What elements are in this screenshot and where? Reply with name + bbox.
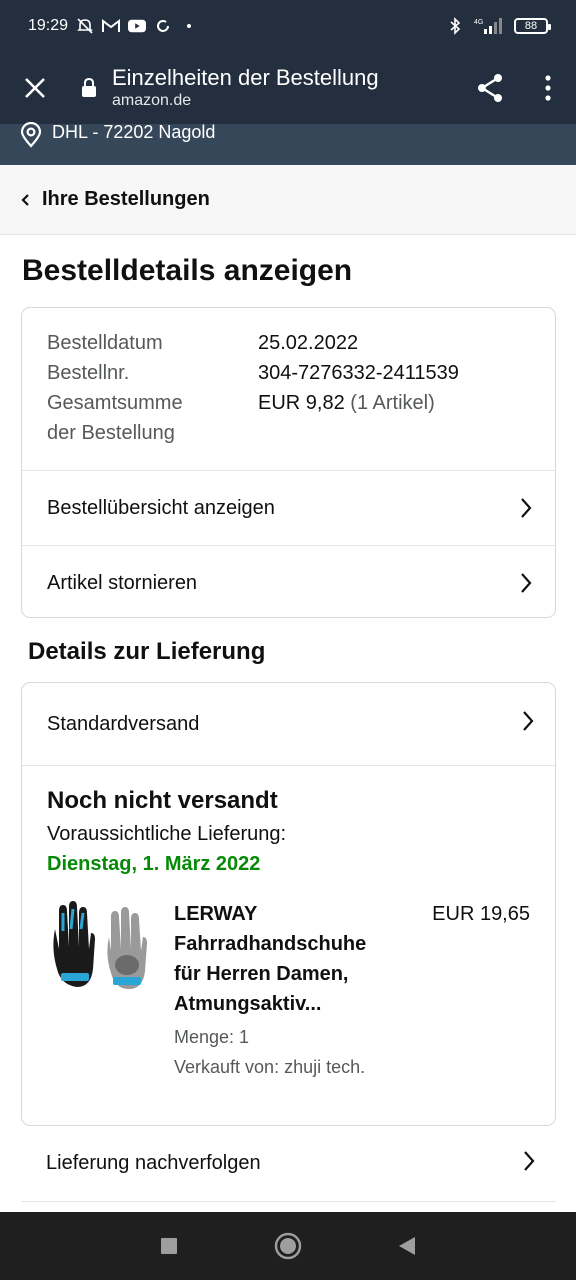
order-item-count: (1 Artikel) bbox=[350, 392, 435, 414]
nav-recents-button[interactable] bbox=[149, 1226, 189, 1266]
delivery-section-title: Details zur Lieferung bbox=[28, 638, 266, 665]
nav-back-button[interactable] bbox=[387, 1226, 427, 1266]
shipping-method-label: Standardversand bbox=[47, 712, 200, 735]
item-info: LERWAY Fahrradhandschuhe für Herren Dame… bbox=[174, 899, 422, 1082]
product-image[interactable] bbox=[47, 899, 151, 995]
chevron-right-icon bbox=[521, 710, 535, 738]
eta-label: Voraussichtliche Lieferung: bbox=[47, 823, 287, 845]
item-quantity: Menge: 1 bbox=[174, 1027, 250, 1047]
track-delivery-link[interactable]: Lieferung nachverfolgen bbox=[21, 1126, 556, 1202]
delivery-card: Standardversand Noch nicht versandt Vora… bbox=[21, 682, 556, 1126]
nav-back-icon bbox=[398, 1237, 415, 1255]
chevron-right-icon bbox=[517, 572, 535, 594]
order-number-value: 304-7276332-2411539 bbox=[258, 362, 459, 384]
order-total-label: Gesamtsumme der Bestellung bbox=[47, 392, 183, 444]
more-vert-icon bbox=[545, 75, 551, 101]
close-icon bbox=[25, 78, 45, 98]
order-date-value: 25.02.2022 bbox=[258, 332, 359, 354]
lock-icon[interactable] bbox=[74, 78, 104, 98]
item-title[interactable]: LERWAY Fahrradhandschuhe für Herren Dame… bbox=[174, 899, 389, 1019]
chevron-right-icon bbox=[517, 497, 535, 519]
share-icon bbox=[478, 74, 502, 102]
location-pin-icon bbox=[20, 121, 44, 153]
cancel-items-label: Artikel stornieren bbox=[47, 571, 198, 594]
shipping-method-row[interactable]: Standardversand bbox=[22, 683, 555, 766]
chevron-right-icon bbox=[522, 1150, 536, 1178]
item-price: EUR 19,65 bbox=[432, 903, 530, 925]
tab-title: Einzelheiten der Bestellung bbox=[112, 65, 379, 90]
status-time: 19:29 bbox=[28, 17, 69, 34]
view-order-overview-label: Bestellübersicht anzeigen bbox=[47, 496, 275, 519]
custom-tab-header: Einzelheiten der Bestellung amazon.de bbox=[0, 52, 576, 124]
share-button[interactable] bbox=[460, 52, 520, 124]
shipment-status-title: Noch nicht versandt bbox=[47, 787, 278, 814]
more-options-button[interactable] bbox=[520, 52, 576, 124]
order-summary-details: Bestelldatum 25.02.2022 Bestellnr. 304-7… bbox=[22, 308, 555, 468]
order-total-value: EUR 9,82 (1 Artikel) bbox=[258, 392, 435, 414]
cancel-items-link[interactable]: Artikel stornieren bbox=[22, 545, 555, 620]
item-seller: Verkauft von: zhuji tech. bbox=[174, 1057, 366, 1077]
sync-icon bbox=[154, 17, 172, 35]
tab-titles[interactable]: Einzelheiten der Bestellung amazon.de bbox=[104, 65, 460, 111]
location-text: DHL - 72202 Nagold bbox=[52, 122, 216, 142]
tab-domain: amazon.de bbox=[112, 92, 192, 109]
system-navigation-bar bbox=[0, 1212, 576, 1280]
order-summary-card: Bestelldatum 25.02.2022 Bestellnr. 304-7… bbox=[21, 307, 556, 618]
dot-icon bbox=[180, 17, 198, 35]
close-button[interactable] bbox=[0, 52, 70, 124]
signal-icon: 4G bbox=[474, 17, 504, 35]
shipment-status: Noch nicht versandt Voraussichtliche Lie… bbox=[22, 766, 555, 879]
order-date-label: Bestelldatum bbox=[47, 332, 163, 354]
order-number-label: Bestellnr. bbox=[47, 362, 130, 384]
order-item[interactable]: LERWAY Fahrradhandschuhe für Herren Dame… bbox=[22, 879, 555, 1082]
view-order-overview-link[interactable]: Bestellübersicht anzeigen bbox=[22, 470, 555, 545]
battery-icon: 88 bbox=[514, 18, 551, 34]
status-bar: 19:29 4G 88 bbox=[0, 0, 576, 52]
bluetooth-icon bbox=[446, 17, 464, 35]
network-type: 4G bbox=[474, 19, 483, 26]
eta-date: Dienstag, 1. März 2022 bbox=[47, 853, 261, 875]
gmail-icon bbox=[102, 17, 121, 35]
nav-home-icon bbox=[274, 1232, 302, 1260]
delivery-location-bar[interactable]: DHL - 72202 Nagold bbox=[0, 121, 576, 165]
chevron-left-icon bbox=[20, 193, 34, 207]
breadcrumb-label: Ihre Bestellungen bbox=[42, 188, 210, 210]
youtube-icon bbox=[128, 17, 147, 35]
nav-home-button[interactable] bbox=[268, 1226, 308, 1266]
page-title: Bestelldetails anzeigen bbox=[22, 254, 353, 287]
mute-icon bbox=[76, 17, 94, 35]
track-delivery-label: Lieferung nachverfolgen bbox=[46, 1152, 261, 1174]
battery-level: 88 bbox=[524, 20, 538, 32]
breadcrumb[interactable]: Ihre Bestellungen bbox=[0, 165, 576, 235]
nav-recents-icon bbox=[161, 1238, 178, 1254]
